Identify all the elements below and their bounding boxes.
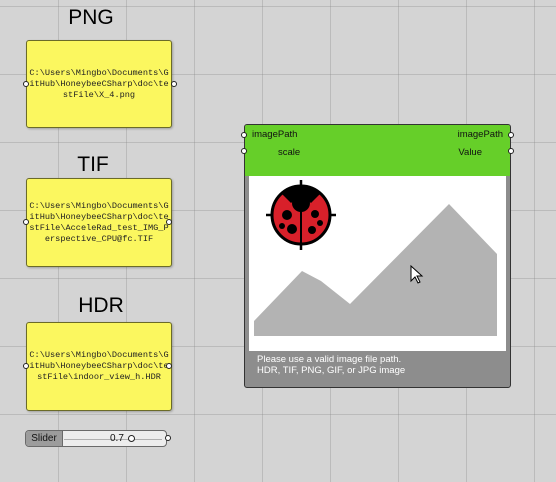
input-imagepath-label: imagePath — [252, 129, 298, 140]
hdr-panel[interactable]: C:\Users\Mingbo\Documents\GitHub\Honeybe… — [26, 322, 172, 411]
png-panel-input-grip[interactable] — [23, 81, 29, 87]
mouse-pointer-icon — [410, 265, 424, 284]
hdr-panel-path: C:\Users\Mingbo\Documents\GitHub\Honeybe… — [29, 350, 169, 382]
tif-group-title: TIF — [77, 153, 109, 176]
slider-output-grip[interactable] — [165, 435, 171, 441]
png-group-title: PNG — [68, 6, 114, 29]
component-input-grip-scale[interactable] — [241, 148, 247, 154]
component-output-grip-imagepath[interactable] — [508, 132, 514, 138]
hdr-group-title: HDR — [78, 294, 124, 317]
image-viewer-component[interactable]: imagePath scale imagePath Value Please u… — [244, 124, 511, 388]
ladybug-icon — [266, 180, 336, 250]
hdr-panel-input-grip[interactable] — [23, 363, 29, 369]
tif-panel-path: C:\Users\Mingbo\Documents\GitHub\Honeybe… — [29, 200, 169, 244]
message-line-2: HDR, TIF, PNG, GIF, or JPG image — [257, 365, 406, 376]
hdr-panel-output-grip[interactable] — [166, 363, 172, 369]
component-output-grip-value[interactable] — [508, 148, 514, 154]
tif-panel[interactable]: C:\Users\Mingbo\Documents\GitHub\Honeybe… — [26, 178, 172, 267]
slider-handle[interactable] — [128, 435, 135, 442]
slider-label: Slider — [26, 431, 63, 446]
tif-panel-output-grip[interactable] — [166, 219, 172, 225]
component-header: imagePath scale imagePath Value — [245, 125, 510, 176]
input-scale-label: scale — [278, 147, 301, 158]
component-message: Please use a valid image file path. HDR,… — [257, 354, 405, 376]
number-slider[interactable]: Slider 0.7 — [25, 430, 167, 447]
image-preview — [249, 176, 506, 351]
output-value-label: Value — [458, 147, 482, 158]
slider-value: 0.7 — [110, 433, 124, 444]
png-panel-path: C:\Users\Mingbo\Documents\GitHub\Honeybe… — [29, 67, 169, 100]
output-imagepath-label: imagePath — [457, 129, 503, 140]
message-line-1: Please use a valid image file path. — [257, 354, 402, 365]
tif-panel-input-grip[interactable] — [23, 219, 29, 225]
png-panel[interactable]: C:\Users\Mingbo\Documents\GitHub\Honeybe… — [26, 40, 172, 128]
component-input-grip-imagepath[interactable] — [241, 132, 247, 138]
png-panel-output-grip[interactable] — [171, 81, 177, 87]
